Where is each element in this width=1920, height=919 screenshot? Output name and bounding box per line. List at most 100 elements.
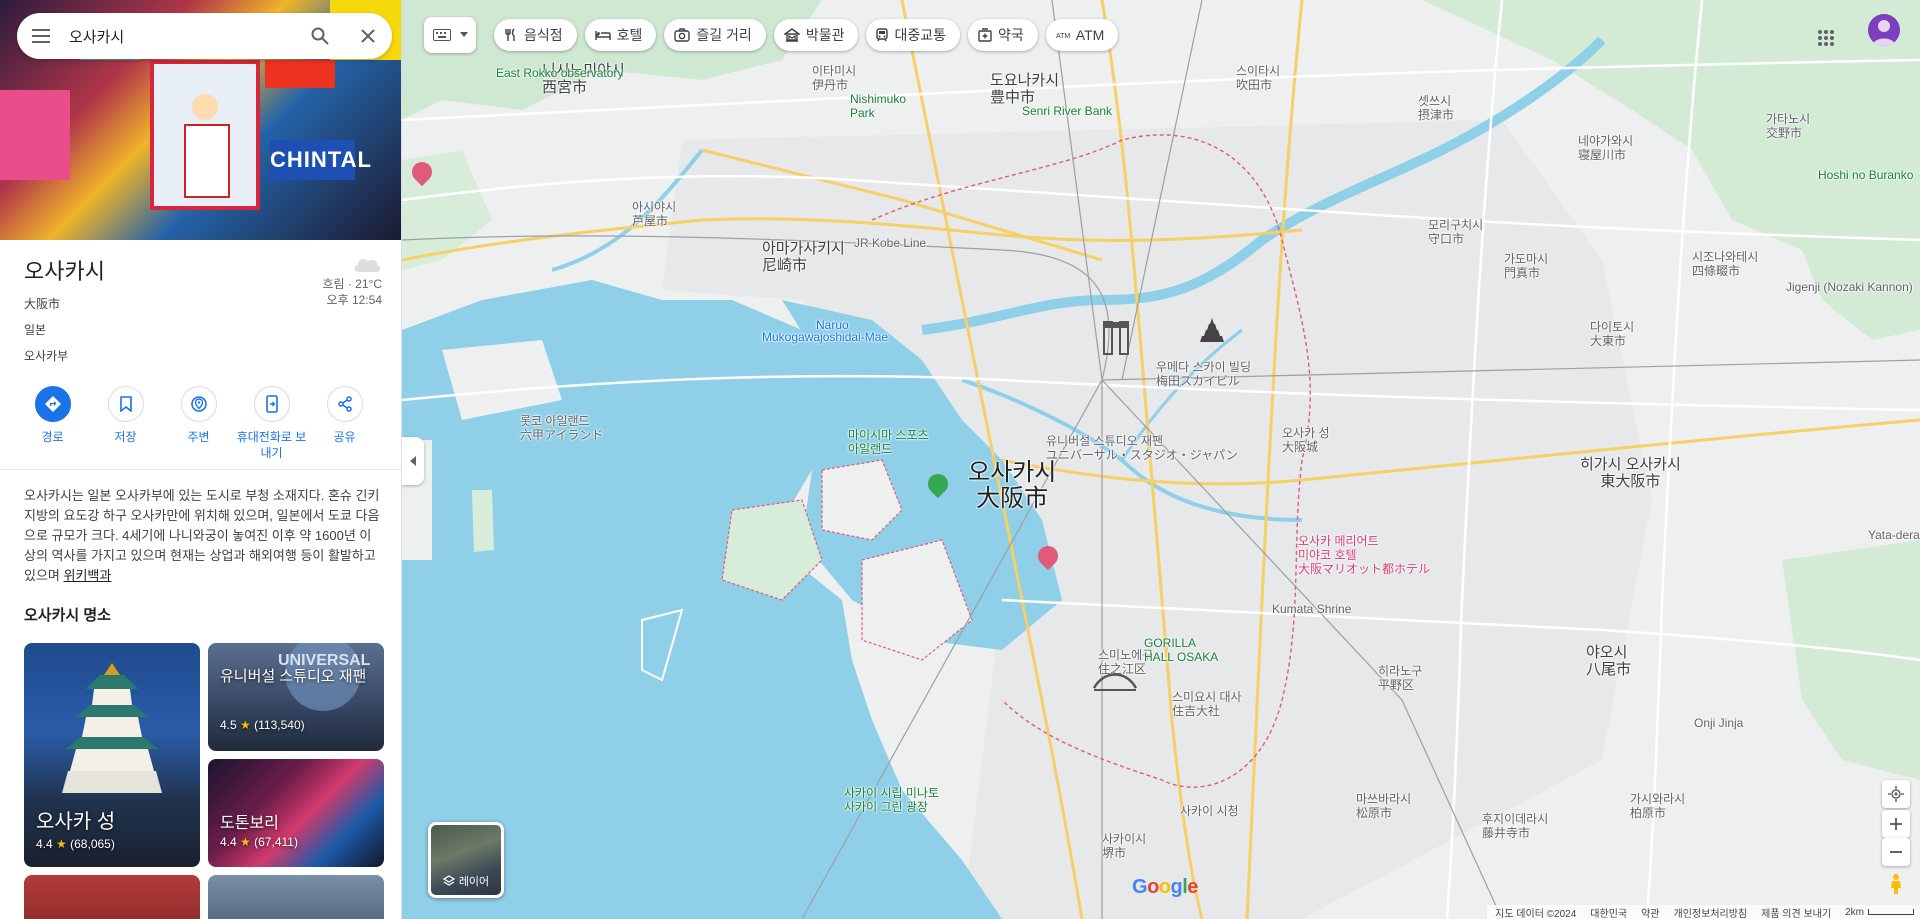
attraction-card[interactable]: 도톤보리 4.4 ★ (67,411) [208,759,384,867]
attraction-card-partial[interactable] [208,875,384,919]
chip-pharmacy[interactable]: 약국 [968,19,1038,51]
chip-restaurant[interactable]: 음식점 [494,19,577,51]
pharmacy-icon [978,28,992,42]
map-label-hotel: 오사카 메리어트 미야코 호텔 大阪マリオット都ホテル [1298,534,1431,576]
sumiyoshi-bridge-icon[interactable] [1092,666,1138,692]
chevron-left-icon [410,456,416,466]
wikipedia-link[interactable]: 위키백과 [64,568,112,583]
attraction-rating: 4.4 ★ (67,411) [220,835,298,849]
scale-bar-line [1868,909,1914,915]
map-label-higashiosaka: 히가시 오사카시 東大阪市 [1580,456,1681,490]
map-label-kashiwara: 가시와라시 柏原市 [1630,792,1686,820]
attraction-card-partial[interactable] [24,875,200,919]
nearby-button[interactable]: 주변 [162,370,235,469]
map-data-attribution: 지도 데이터 ©2024 [1495,908,1577,919]
map-label-osaka-castle: 오사카 성 大阪城 [1282,426,1330,454]
my-location-button[interactable] [1882,780,1910,808]
directions-button[interactable]: 경로 [16,370,89,469]
apps-grid-icon [1818,30,1834,46]
google-apps-button[interactable] [1806,18,1846,58]
map-label-osaka-city: 오사카시 大阪市 [968,459,1057,512]
map-label-maishima: 마이시마 스포츠 아일랜드 [848,428,929,456]
my-location-icon [1888,786,1904,802]
search-button[interactable] [296,13,344,59]
map-label-sakai-park: 사카이 시립 미나토 사카이 그린 광장 [844,786,939,814]
weather-time: 오후 12:54 [326,293,382,307]
chip-label: 박물관 [805,27,845,43]
map-label-shijonawate: 시조나와테시 四條畷市 [1692,250,1759,278]
place-prefecture: 오사카부 [24,349,69,363]
feedback-link[interactable]: 제품 의견 보내기 [1761,905,1831,919]
person-icon [1872,20,1896,46]
share-icon [337,396,352,412]
umeda-sky-building-icon[interactable] [1098,318,1134,358]
clear-search-button[interactable] [344,13,392,59]
menu-button[interactable] [17,13,65,59]
chip-museum[interactable]: 박물관 [773,19,859,51]
chip-atm[interactable]: ATM ATM [1045,19,1119,51]
chip-transit[interactable]: 대중교통 [866,19,960,51]
atm-icon: ATM [1056,33,1070,40]
map-label-daito: 다이토시 大東市 [1590,320,1635,348]
attraction-name: 유니버설 스튜디오 재팬 [220,668,367,685]
nearby-label: 주변 [187,430,210,444]
map-label-hoshi: Hoshi no Buranko [1818,168,1914,182]
glico-sign [150,60,260,210]
search-input[interactable] [65,27,296,45]
hero-sign [0,90,70,180]
share-button[interactable]: 공유 [308,370,381,469]
map-label-kumata: Kumata Shrine [1272,602,1352,616]
save-circle [107,386,144,422]
map-canvas[interactable]: 니시노미야시 西宮市 아마가사키시 尼崎市 도요나카시 豊中市 이타미시 伊丹市 스이타… [402,0,1920,919]
star-icon: ★ [240,718,251,732]
account-avatar[interactable] [1868,14,1900,46]
map-label-usj: 유니버설 스튜디오 재팬 ユニバーサル・スタジオ・ジャパン [1046,434,1238,462]
zoom-in-button[interactable] [1882,810,1910,838]
map-label-moriguchi: 모리구치시 守口市 [1428,218,1484,246]
attraction-rating: 4.4 ★ (68,065) [36,837,115,851]
region-link[interactable]: 대한민국 [1590,905,1627,919]
collapse-panel-button[interactable] [402,437,424,485]
directions-icon [44,396,61,412]
minus-icon [1890,851,1902,853]
send-to-phone-label: 휴대전화로 보 내기 [236,430,307,460]
map-label-sakai-city-hall: 사카이 시청 [1180,804,1239,818]
scale-bar[interactable]: 2km [1845,907,1914,918]
send-to-phone-circle [253,386,290,422]
share-circle [326,386,363,422]
attraction-card[interactable]: UNIVERSAL 유니버설 스튜디오 재팬 4.5 ★ (113,540) [208,643,384,751]
place-country: 일본 [24,323,47,337]
privacy-link[interactable]: 개인정보처리방침 [1674,905,1748,919]
map-footer: 지도 데이터 ©2024 대한민국 약관 개인정보처리방침 제품 의견 보내기 … [1487,905,1920,919]
star-icon: ★ [240,835,251,849]
restaurant-icon [505,28,515,41]
map-label-mukogawa: Mukogawajoshidai-Mae [762,330,889,344]
attraction-rating: 4.5 ★ (113,540) [220,718,305,732]
layers-label: 레이어 [458,876,490,888]
attraction-card[interactable]: 오사카 성 4.4 ★ (68,065) [24,643,200,867]
camera-icon [674,28,691,42]
keyboard-toggle[interactable] [424,17,476,53]
osaka-castle-icon[interactable] [1194,310,1230,346]
attraction-name: 오사카 성 [36,811,116,833]
nearby-icon [190,396,207,412]
place-header: 오사카시 大阪市 일본 오사카부 흐림 · 21°C 오후 12:54 [0,240,401,363]
save-label: 저장 [114,430,137,444]
pegman-icon [1891,874,1901,894]
scale-label: 2km [1845,906,1864,918]
chip-hotel[interactable]: 호텔 [584,19,657,51]
map-label-fujiidera: 후지이데라시 藤井寺市 [1482,812,1549,840]
weather-widget: 흐림 · 21°C 오후 12:54 [322,254,382,308]
save-button[interactable]: 저장 [89,370,162,469]
map-label-jr-kobe: JR Kobe Line [854,236,927,250]
map-label-sakai: 사카이시 堺市 [1102,832,1147,860]
map-label-jigenji: Jigenji (Nozaki Kannon) [1786,280,1913,294]
attraction-name: 도톤보리 [220,815,279,832]
street-view-pegman[interactable] [1882,870,1910,898]
layers-button[interactable]: 레이어 [428,822,504,898]
send-to-phone-button[interactable]: 휴대전화로 보 내기 [235,370,308,469]
chip-things-to-do[interactable]: 즐길 거리 [664,19,766,51]
terms-link[interactable]: 약관 [1641,905,1659,919]
zoom-out-button[interactable] [1882,838,1910,866]
hamburger-menu-icon [32,29,50,43]
